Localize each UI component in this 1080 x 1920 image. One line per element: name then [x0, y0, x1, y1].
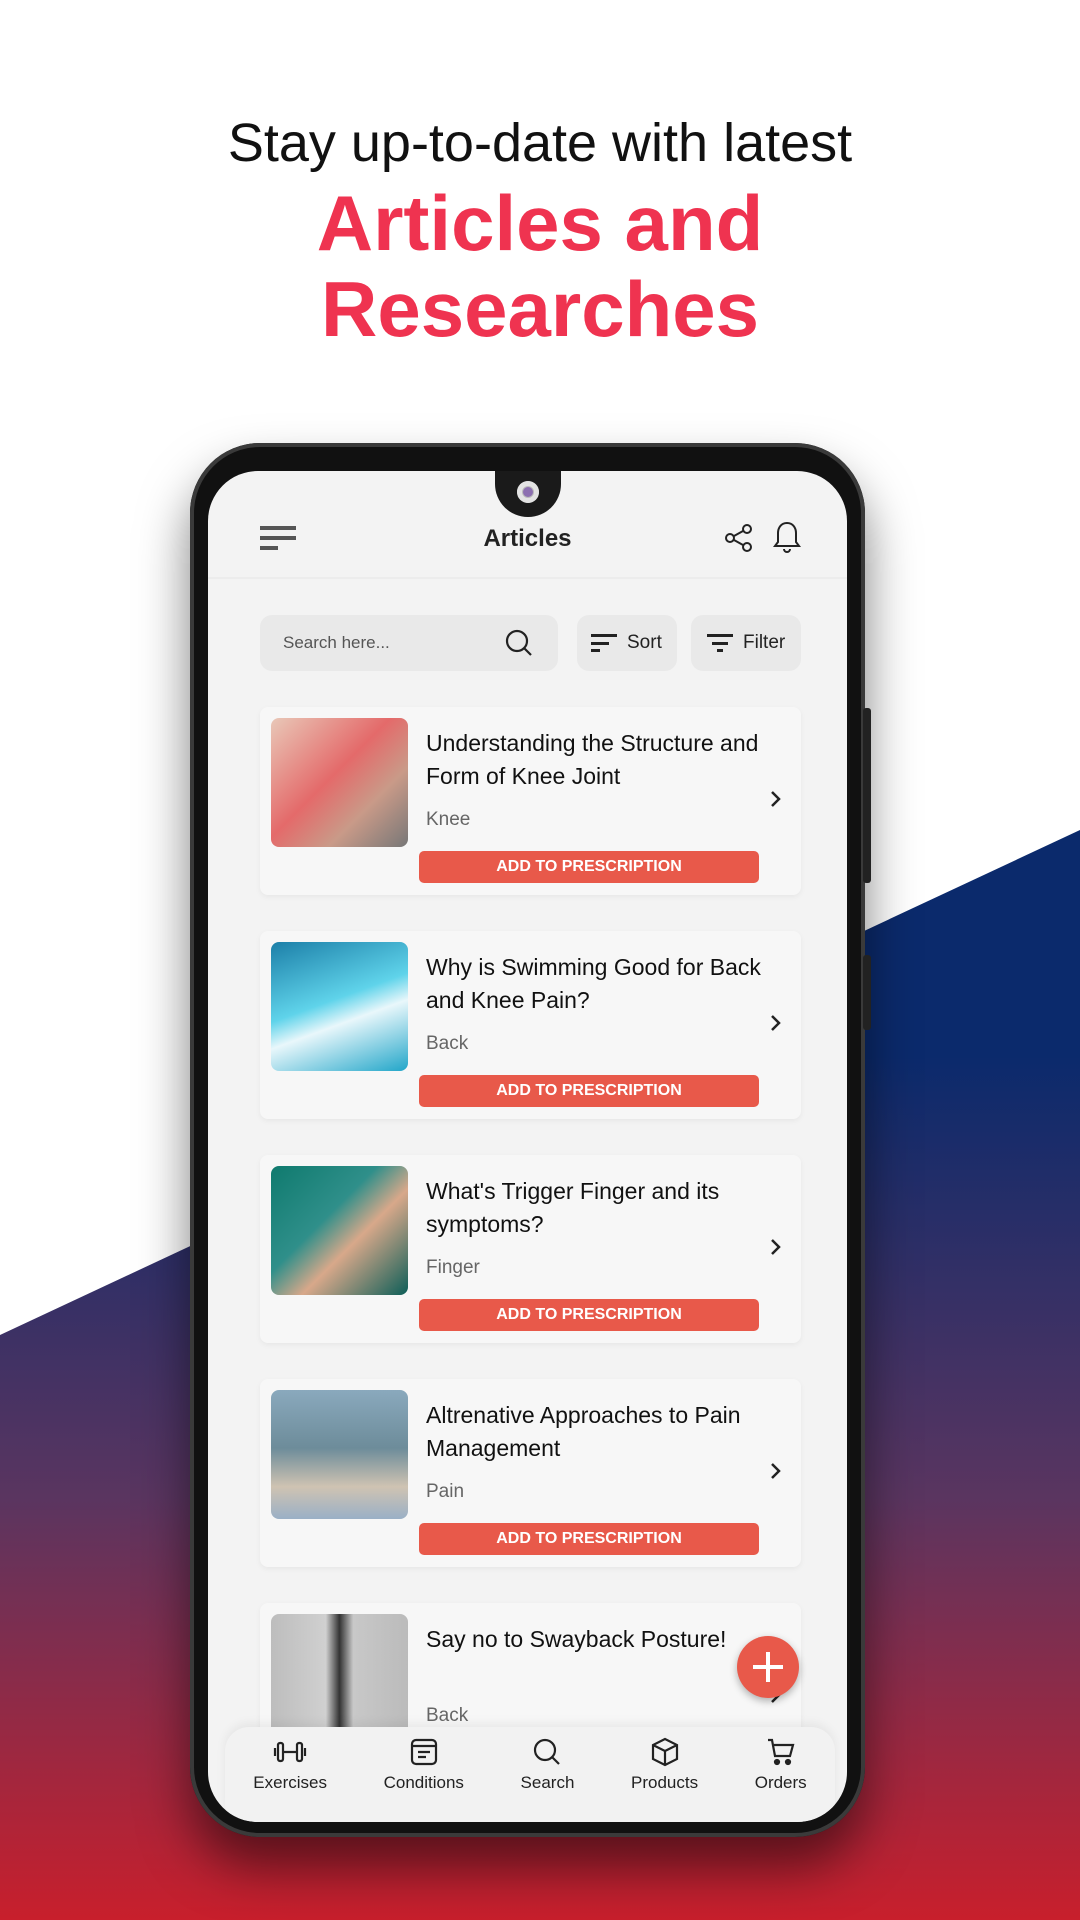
nav-exercises[interactable]: Exercises — [253, 1737, 327, 1822]
chevron-right-icon[interactable] — [761, 1457, 789, 1485]
box-icon — [651, 1737, 678, 1767]
article-thumbnail — [271, 1166, 408, 1295]
phone-screen: Articles Search here... Sort Filter Unde… — [208, 471, 847, 1822]
notification-bell-icon[interactable] — [771, 519, 803, 555]
sort-label: Sort — [627, 632, 662, 653]
article-tag: Knee — [426, 809, 471, 830]
search-input[interactable]: Search here... — [260, 615, 558, 671]
cart-icon — [767, 1738, 795, 1766]
sort-icon — [591, 634, 617, 652]
article-tag: Back — [426, 1705, 469, 1726]
article-card[interactable]: Understanding the Structure and Form of … — [260, 707, 801, 895]
add-to-prescription-button[interactable]: ADD TO PRESCRIPTION — [419, 1299, 759, 1331]
chevron-right-icon[interactable] — [761, 1233, 789, 1261]
headline-line3: Researches — [321, 265, 759, 353]
article-title: Understanding the Structure and Form of … — [426, 730, 759, 789]
headline-line2: Articles and — [316, 179, 764, 267]
headline-line1: Stay up-to-date with latest — [227, 113, 853, 173]
sort-button[interactable]: Sort — [577, 615, 677, 671]
article-title: What's Trigger Finger and its symptoms? — [426, 1178, 720, 1237]
phone-side-button — [863, 955, 871, 1030]
article-tag: Back — [426, 1033, 469, 1054]
filter-icon — [707, 634, 733, 652]
article-card[interactable]: What's Trigger Finger and its symptoms? … — [260, 1155, 801, 1343]
plus-icon — [753, 1652, 783, 1682]
article-thumbnail — [271, 718, 408, 847]
search-placeholder: Search here... — [283, 633, 390, 652]
article-title: Altrenative Approaches to Pain Managemen… — [426, 1402, 741, 1461]
search-icon — [534, 1738, 561, 1765]
add-to-prescription-button[interactable]: ADD TO PRESCRIPTION — [419, 851, 759, 883]
article-card[interactable]: Altrenative Approaches to Pain Managemen… — [260, 1379, 801, 1567]
nav-products[interactable]: Products — [631, 1737, 698, 1822]
article-tag: Pain — [426, 1481, 465, 1502]
share-icon[interactable] — [723, 521, 755, 555]
app-header: Articles — [208, 471, 847, 579]
bottom-nav: Exercises Conditions Search Products Ord… — [225, 1727, 835, 1822]
search-icon[interactable] — [504, 628, 534, 658]
add-to-prescription-button[interactable]: ADD TO PRESCRIPTION — [419, 1075, 759, 1107]
browser-list-icon — [410, 1738, 437, 1766]
add-to-prescription-button[interactable]: ADD TO PRESCRIPTION — [419, 1523, 759, 1555]
article-thumbnail — [271, 942, 408, 1071]
chevron-right-icon[interactable] — [761, 1009, 789, 1037]
filter-label: Filter — [743, 632, 786, 653]
nav-label: Conditions — [383, 1773, 464, 1792]
chevron-right-icon[interactable] — [761, 785, 789, 813]
nav-search[interactable]: Search — [520, 1737, 575, 1822]
phone-side-button — [863, 708, 871, 883]
dumbbell-icon — [274, 1741, 307, 1763]
article-card[interactable]: Why is Swimming Good for Back and Knee P… — [260, 931, 801, 1119]
headline-accent: Articles and Researches — [0, 180, 1080, 352]
article-thumbnail — [271, 1614, 408, 1743]
article-title: Why is Swimming Good for Back and Knee P… — [426, 954, 761, 1013]
nav-orders[interactable]: Orders — [755, 1737, 807, 1822]
article-thumbnail — [271, 1390, 408, 1519]
filter-button[interactable]: Filter — [691, 615, 801, 671]
article-tag: Finger — [426, 1257, 480, 1278]
nav-label: Exercises — [253, 1773, 327, 1792]
article-title: Say no to Swayback Posture! — [426, 1626, 727, 1652]
nav-label: Products — [631, 1773, 699, 1792]
add-fab-button[interactable] — [737, 1636, 799, 1698]
nav-label: Search — [520, 1773, 575, 1792]
nav-conditions[interactable]: Conditions — [384, 1737, 464, 1822]
nav-label: Orders — [754, 1773, 807, 1792]
